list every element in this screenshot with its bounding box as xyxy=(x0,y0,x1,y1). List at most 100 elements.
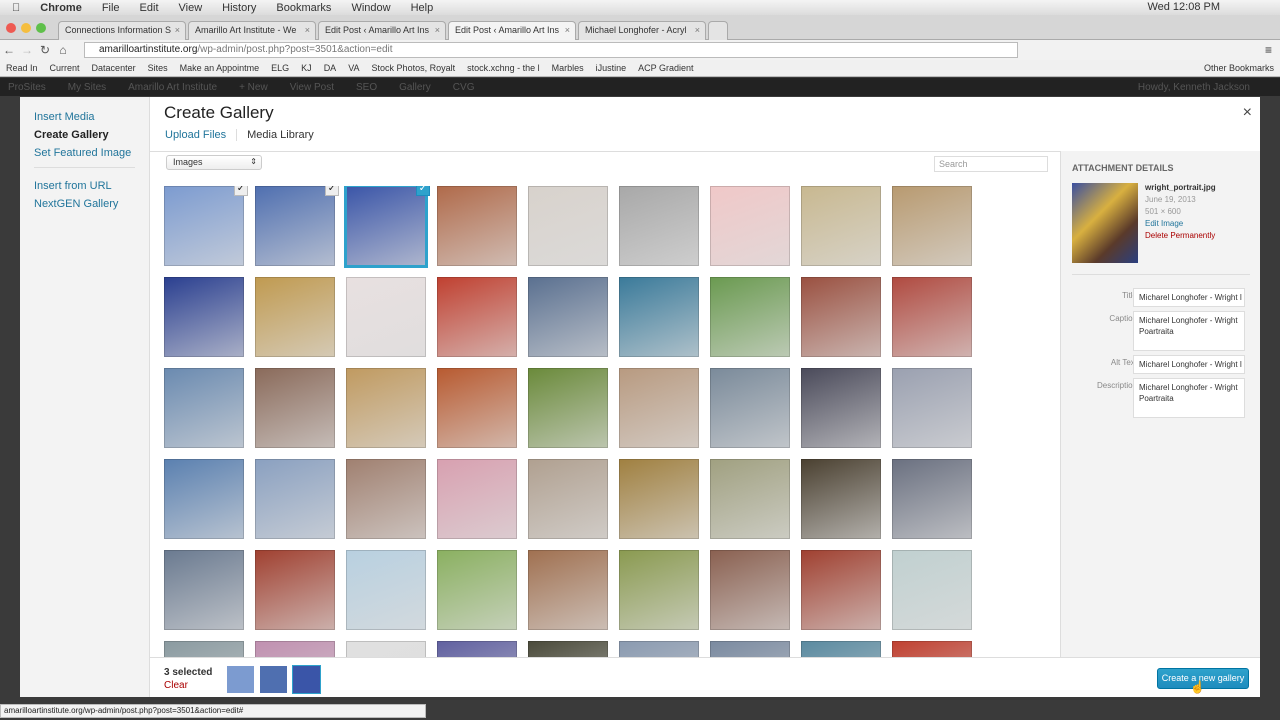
adminbar-item[interactable]: CVG xyxy=(453,82,475,93)
back-icon[interactable]: ← xyxy=(0,43,18,57)
attachment-thumbnail[interactable]: ✓ xyxy=(255,186,339,266)
attachment-thumbnail[interactable] xyxy=(710,186,790,266)
attachments-grid[interactable]: ✓ ✓ ✓ xyxy=(164,186,974,657)
attachment-thumbnail[interactable] xyxy=(710,368,790,448)
apple-icon[interactable]:  xyxy=(12,2,20,14)
zoom-window-button[interactable] xyxy=(36,23,46,33)
attachment-thumbnail[interactable] xyxy=(437,368,517,448)
attachment-thumbnail[interactable] xyxy=(892,186,972,266)
attachment-thumbnail[interactable] xyxy=(801,459,881,539)
attachment-thumbnail[interactable] xyxy=(801,186,881,266)
attachment-thumbnail[interactable] xyxy=(801,277,881,357)
close-tab-icon[interactable]: × xyxy=(435,25,440,35)
bookmark[interactable]: Make an Appointme xyxy=(180,63,260,73)
attachment-thumbnail[interactable] xyxy=(346,277,426,357)
reload-icon[interactable]: ↻ xyxy=(36,43,54,57)
alt-text-input[interactable]: Micharel Longhofer - Wright I xyxy=(1133,355,1245,374)
attachment-thumbnail[interactable] xyxy=(619,459,699,539)
tab-media-library[interactable]: Media Library xyxy=(247,129,314,141)
attachment-thumbnail[interactable] xyxy=(892,459,972,539)
bookmark[interactable]: Read In xyxy=(6,63,38,73)
tab-upload-files[interactable]: Upload Files xyxy=(165,129,238,141)
howdy-user[interactable]: Howdy, Kenneth Jackson xyxy=(1138,82,1250,93)
attachment-thumbnail[interactable] xyxy=(437,459,517,539)
bookmark[interactable]: ACP Gradient xyxy=(638,63,693,73)
attachment-thumbnail[interactable] xyxy=(710,641,790,657)
menu-view[interactable]: View xyxy=(179,2,203,14)
attachment-thumbnail[interactable] xyxy=(619,277,699,357)
new-tab-button[interactable] xyxy=(708,21,728,40)
delete-permanently-link[interactable]: Delete Permanently xyxy=(1145,230,1216,242)
attachment-thumbnail[interactable] xyxy=(619,368,699,448)
browser-tab[interactable]: Connections Information S × xyxy=(58,21,186,40)
attachment-thumbnail[interactable] xyxy=(164,550,244,630)
adminbar-item[interactable]: Amarillo Art Institute xyxy=(128,82,217,93)
attachment-thumbnail[interactable] xyxy=(892,368,972,448)
menu-history[interactable]: History xyxy=(222,2,256,14)
attachment-thumbnail[interactable] xyxy=(437,641,517,657)
attachment-thumbnail[interactable] xyxy=(619,550,699,630)
adminbar-item[interactable]: SEO xyxy=(356,82,377,93)
attachment-thumbnail[interactable] xyxy=(801,368,881,448)
attachment-thumbnail[interactable] xyxy=(619,186,699,266)
chrome-menu-icon[interactable]: ≡ xyxy=(1265,43,1272,57)
attachment-thumbnail[interactable] xyxy=(437,186,517,266)
attachment-thumbnail[interactable]: ✓ xyxy=(344,186,430,268)
menu-edit[interactable]: Edit xyxy=(140,2,159,14)
attachment-thumbnail[interactable] xyxy=(437,277,517,357)
bookmark[interactable]: stock.xchng - the l xyxy=(467,63,540,73)
edit-image-link[interactable]: Edit Image xyxy=(1145,218,1216,230)
attachment-thumbnail[interactable] xyxy=(164,277,244,357)
attachment-thumbnail[interactable] xyxy=(710,277,790,357)
menu-bookmarks[interactable]: Bookmarks xyxy=(276,2,331,14)
attachment-thumbnail[interactable] xyxy=(255,277,335,357)
browser-tab[interactable]: Edit Post ‹ Amarillo Art Ins × xyxy=(318,21,446,40)
attachment-thumbnail[interactable] xyxy=(528,186,608,266)
attachment-thumbnail[interactable] xyxy=(892,550,972,630)
attachment-thumbnail[interactable] xyxy=(255,550,335,630)
url-bar[interactable]: amarilloartinstitute.org/wp-admin/post.p… xyxy=(84,42,1018,58)
attachment-thumbnail[interactable] xyxy=(164,368,244,448)
title-input[interactable]: Micharel Longhofer - Wright I xyxy=(1133,288,1245,307)
attachment-thumbnail[interactable]: ✓ xyxy=(164,186,248,266)
description-textarea[interactable]: Micharel Longhofer - Wright Poartraita xyxy=(1133,378,1245,418)
close-tab-icon[interactable]: × xyxy=(695,25,700,35)
search-input[interactable]: Search xyxy=(934,156,1048,172)
attachment-thumbnail[interactable] xyxy=(346,368,426,448)
check-icon[interactable]: ✓ xyxy=(416,186,430,196)
bookmark[interactable]: ELG xyxy=(271,63,289,73)
menu-chrome[interactable]: Chrome xyxy=(40,2,82,14)
adminbar-item[interactable]: My Sites xyxy=(68,82,106,93)
attachment-thumbnail[interactable] xyxy=(528,459,608,539)
minimize-window-button[interactable] xyxy=(21,23,31,33)
browser-tab[interactable]: Michael Longhofer - Acryl × xyxy=(578,21,706,40)
bookmark[interactable]: Stock Photos, Royalt xyxy=(372,63,456,73)
attachment-thumbnail[interactable] xyxy=(710,550,790,630)
media-filter-select[interactable]: Images ⇕ xyxy=(166,155,262,170)
browser-tab[interactable]: Amarillo Art Institute - We × xyxy=(188,21,316,40)
attachment-thumbnail[interactable] xyxy=(164,641,244,657)
bookmark[interactable]: Current xyxy=(50,63,80,73)
adminbar-item[interactable]: Gallery xyxy=(399,82,431,93)
attachment-thumbnail[interactable] xyxy=(346,459,426,539)
attachment-thumbnail[interactable] xyxy=(528,277,608,357)
home-icon[interactable]: ⌂ xyxy=(54,43,72,57)
attachment-thumbnail[interactable] xyxy=(619,641,699,657)
bookmark[interactable]: VA xyxy=(348,63,359,73)
attachment-thumbnail[interactable] xyxy=(164,459,244,539)
menu-help[interactable]: Help xyxy=(411,2,434,14)
menu-nextgen-gallery[interactable]: NextGEN Gallery xyxy=(34,198,149,210)
adminbar-item[interactable]: ProSites xyxy=(8,82,46,93)
selected-thumbnail[interactable] xyxy=(292,665,321,694)
selected-thumbnail[interactable] xyxy=(260,666,287,693)
check-icon[interactable]: ✓ xyxy=(325,186,339,196)
adminbar-item[interactable]: + New xyxy=(239,82,268,93)
menu-insert-from-url[interactable]: Insert from URL xyxy=(34,180,149,192)
forward-icon[interactable]: → xyxy=(18,43,36,57)
caption-textarea[interactable]: Micharel Longhofer - Wright Poartraita xyxy=(1133,311,1245,351)
attachment-thumbnail[interactable] xyxy=(255,641,335,657)
menu-window[interactable]: Window xyxy=(351,2,390,14)
close-window-button[interactable] xyxy=(6,23,16,33)
attachment-thumbnail[interactable] xyxy=(255,368,335,448)
attachment-thumbnail[interactable] xyxy=(892,641,972,657)
